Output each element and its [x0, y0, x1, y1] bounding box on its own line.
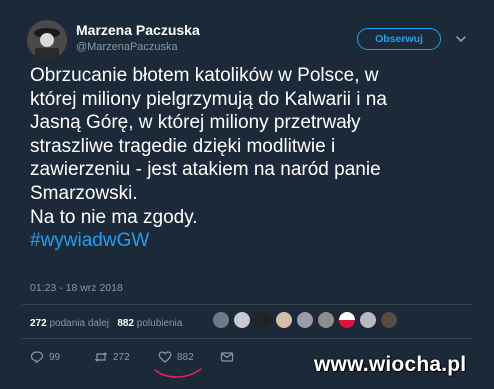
liker-avatar[interactable]	[359, 311, 377, 329]
retweet-count: 272	[113, 351, 130, 363]
divider	[22, 338, 472, 339]
liker-avatar[interactable]	[296, 311, 314, 329]
liker-avatar[interactable]	[254, 311, 272, 329]
likes-label[interactable]: polubienia	[137, 318, 183, 329]
tweet-actions: 99 272 882	[30, 350, 250, 366]
envelope-icon	[220, 352, 234, 362]
author-avatar[interactable]	[27, 20, 67, 60]
author-name[interactable]: Marzena Paczuska	[76, 22, 200, 38]
engagement-stats: 272 podania dalej 882 polubienia	[30, 318, 182, 329]
tweet-line: Smarzowski.	[30, 182, 138, 204]
retweet-icon	[94, 352, 108, 362]
tweet-timestamp[interactable]: 01:23 - 18 wrz 2018	[30, 282, 123, 294]
retweets-count[interactable]: 272	[30, 318, 47, 329]
like-action[interactable]: 882	[158, 350, 194, 364]
liker-avatar[interactable]	[275, 311, 293, 329]
message-action[interactable]	[220, 350, 239, 364]
tweet-card: Marzena Paczuska @MarzenaPaczuska Obserw…	[0, 0, 494, 389]
watermark: www.wiocha.pl	[314, 353, 467, 376]
red-underline-annotation	[154, 368, 202, 378]
reply-count: 99	[49, 351, 61, 363]
reply-icon	[30, 351, 44, 364]
tweet-line: straszliwe tragedie dzięki modlitwie i	[30, 135, 336, 157]
reply-action[interactable]: 99	[30, 350, 60, 364]
liker-avatar[interactable]	[317, 311, 335, 329]
divider	[22, 304, 472, 305]
liker-avatar[interactable]	[212, 311, 230, 329]
retweet-action[interactable]: 272	[94, 350, 130, 364]
tweet-text: Obrzucanie błotem katolików w Polsce, w …	[30, 64, 470, 253]
tweet-line: Jasną Górę, w której miliony przetrwały	[30, 112, 361, 134]
retweets-label[interactable]: podania dalej	[49, 318, 109, 329]
tweet-line: Obrzucanie błotem katolików w Polsce, w	[30, 65, 379, 86]
liker-avatar[interactable]	[338, 311, 356, 329]
liker-avatar[interactable]	[233, 311, 251, 329]
tweet-line: Na to nie ma zgody.	[30, 206, 198, 228]
tweet-line: zawierzeniu - jest atakiem na naród pani…	[30, 159, 381, 181]
heart-icon	[158, 351, 172, 363]
liker-avatar[interactable]	[380, 311, 398, 329]
chevron-down-icon[interactable]	[454, 32, 468, 46]
profile-photo-icon	[27, 20, 67, 60]
likers-avatars	[212, 311, 401, 329]
tweet-line: której miliony pielgrzymują do Kalwarii …	[30, 88, 387, 110]
hashtag-link[interactable]: #wywiadwGW	[30, 229, 470, 253]
likes-count[interactable]: 882	[117, 318, 134, 329]
follow-button[interactable]: Obserwuj	[357, 28, 441, 50]
author-handle[interactable]: @MarzenaPaczuska	[76, 41, 178, 53]
like-count: 882	[177, 351, 194, 363]
